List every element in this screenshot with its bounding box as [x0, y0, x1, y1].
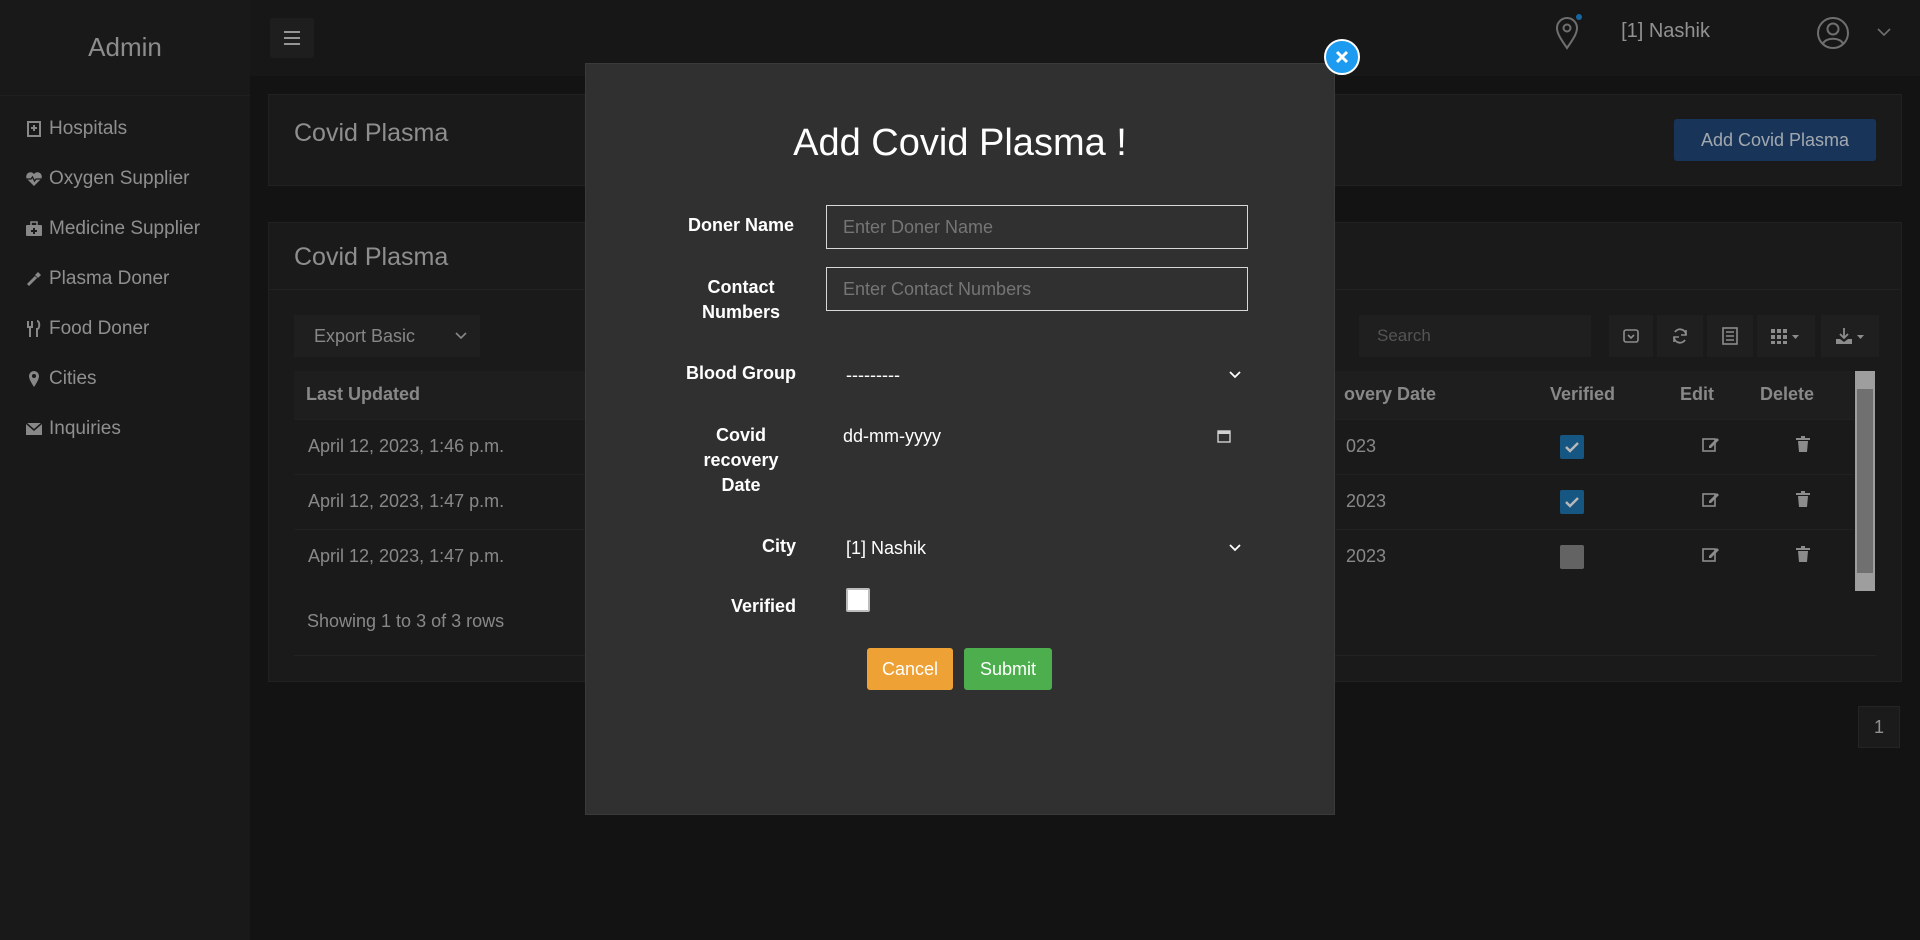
add-covid-plasma-modal: Add Covid Plasma ! Doner Name Contact Nu… [585, 63, 1335, 815]
recovery-date-label: Covid recovery Date [703, 425, 779, 495]
contact-numbers-label: Contact Numbers [701, 277, 781, 322]
blood-group-value: --------- [846, 364, 900, 385]
cancel-button[interactable]: Cancel [867, 648, 953, 690]
submit-button[interactable]: Submit [964, 648, 1052, 690]
city-select[interactable]: [1] Nashik [846, 533, 1248, 563]
chevron-down-icon [1229, 544, 1241, 552]
chevron-down-icon [1229, 371, 1241, 379]
close-modal-button[interactable] [1324, 39, 1360, 75]
contact-numbers-input[interactable] [826, 267, 1248, 311]
doner-name-label: Doner Name [687, 215, 795, 235]
close-icon [1335, 50, 1349, 64]
verified-label: Verified [730, 596, 796, 616]
blood-group-label: Blood Group [686, 363, 796, 383]
city-label: City [761, 536, 796, 556]
recovery-date-input[interactable]: dd-mm-yyyy [843, 421, 1247, 451]
verified-checkbox[interactable] [846, 588, 870, 612]
modal-title: Add Covid Plasma ! [793, 122, 1127, 164]
doner-name-input[interactable] [826, 205, 1248, 249]
recovery-date-value: dd-mm-yyyy [843, 425, 941, 446]
calendar-icon[interactable] [1217, 429, 1231, 443]
city-value: [1] Nashik [846, 537, 927, 558]
blood-group-select[interactable]: --------- [846, 360, 1248, 390]
